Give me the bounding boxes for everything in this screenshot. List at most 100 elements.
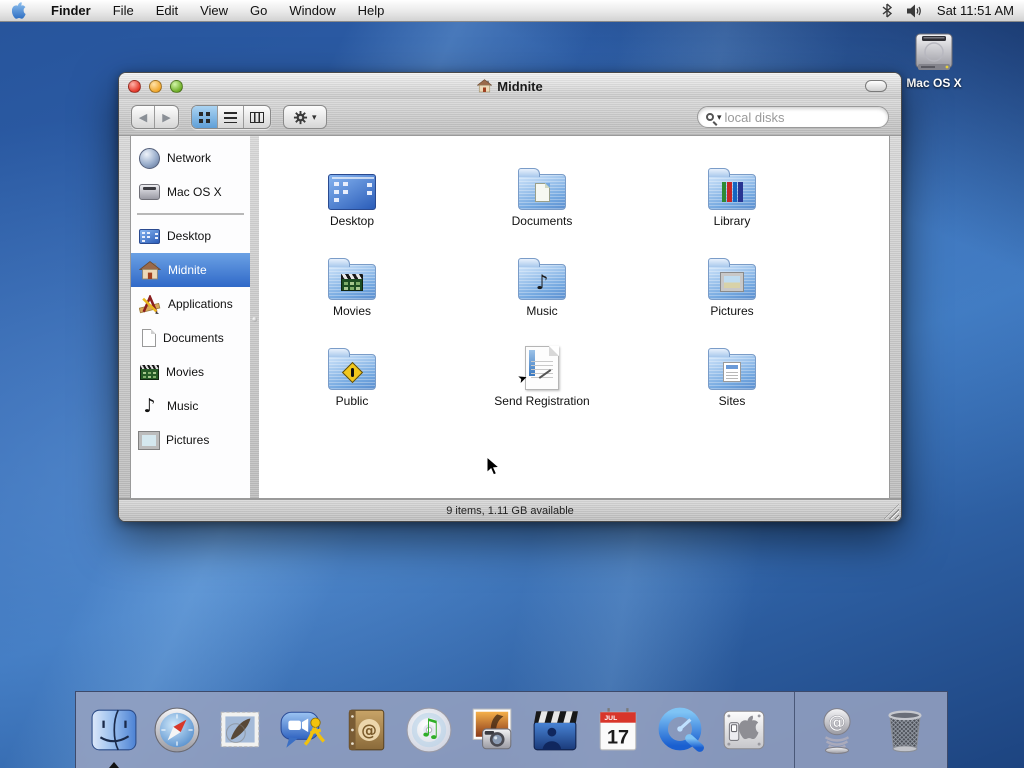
- finder-icon: [90, 706, 138, 754]
- zoom-button[interactable]: [170, 80, 183, 93]
- apple-icon: [12, 2, 26, 19]
- menu-window[interactable]: Window: [278, 0, 346, 22]
- hard-disk-icon: [910, 32, 958, 74]
- splitter-grip: [252, 317, 257, 322]
- volume-icon[interactable]: [906, 4, 923, 18]
- finder-window: Midnite ◀ ▶ ▾ ▾: [118, 72, 902, 522]
- dock-item-imovie[interactable]: [527, 702, 583, 758]
- folder-icon: [328, 354, 376, 390]
- column-view-icon: [250, 112, 264, 123]
- file-icon-desktop[interactable]: Desktop: [277, 154, 427, 228]
- desktop-disk-macosx[interactable]: Mac OS X: [896, 32, 972, 90]
- menu-bar: Finder File Edit View Go Window Help Sat…: [0, 0, 1024, 22]
- file-icon-pictures[interactable]: Pictures: [657, 244, 807, 318]
- folder-icon: ♪: [518, 264, 566, 300]
- search-scope-caret-icon: ▾: [717, 112, 722, 123]
- file-icon-send-registration[interactable]: ➤ Send Registration: [467, 334, 617, 408]
- dock-item-itunes[interactable]: ♫: [401, 702, 457, 758]
- menu-help[interactable]: Help: [347, 0, 396, 22]
- dock-item-finder[interactable]: [86, 702, 142, 758]
- dock-item-mac-website[interactable]: @: [809, 702, 865, 758]
- file-icon-documents[interactable]: Documents: [467, 154, 617, 228]
- dock-item-mail[interactable]: [212, 702, 268, 758]
- menu-go[interactable]: Go: [239, 0, 278, 22]
- imovie-icon: [531, 706, 579, 754]
- forward-button[interactable]: ▶: [155, 106, 178, 128]
- dock-item-ichat[interactable]: [275, 702, 331, 758]
- window-titlebar[interactable]: Midnite: [119, 73, 901, 99]
- window-frame-right: [890, 135, 901, 499]
- itunes-icon: ♫: [405, 706, 453, 754]
- sidebar: Network Mac OS X Desktop Midnite: [130, 135, 250, 499]
- sidebar-item-pictures[interactable]: Pictures: [131, 423, 250, 457]
- sidebar-item-documents[interactable]: Documents: [131, 321, 250, 355]
- sidebar-item-network[interactable]: Network: [131, 141, 250, 175]
- dock-item-trash[interactable]: [877, 702, 933, 758]
- sidebar-label: Applications: [168, 297, 233, 311]
- column-view-button[interactable]: [244, 106, 270, 128]
- sidebar-divider: [137, 213, 244, 215]
- svg-text:17: 17: [607, 727, 629, 749]
- desktop-icon: [139, 229, 160, 244]
- sidebar-label: Desktop: [167, 229, 211, 243]
- at-spring-icon: @: [813, 706, 861, 754]
- file-label: Pictures: [657, 304, 807, 318]
- file-icon-movies[interactable]: Movies: [277, 244, 427, 318]
- menu-edit[interactable]: Edit: [145, 0, 189, 22]
- window-title: Midnite: [497, 79, 543, 94]
- file-label: Sites: [657, 394, 807, 408]
- folder-icon: [708, 354, 756, 390]
- sidebar-item-applications[interactable]: Applications: [131, 287, 250, 321]
- applications-icon: [139, 295, 161, 314]
- toolbar-toggle-button[interactable]: [865, 80, 887, 92]
- dock-item-quicktime[interactable]: [653, 702, 709, 758]
- address-book-icon: @: [342, 706, 390, 754]
- dock-item-address-book[interactable]: @: [338, 702, 394, 758]
- sidebar-item-macosx[interactable]: Mac OS X: [131, 175, 250, 209]
- file-browser-area[interactable]: Desktop Documents Library Movies ♪ Music: [259, 135, 890, 499]
- file-label: Public: [277, 394, 427, 408]
- folder-icon: [518, 174, 566, 210]
- file-icon-public[interactable]: Public: [277, 334, 427, 408]
- file-icon-sites[interactable]: Sites: [657, 334, 807, 408]
- search-input[interactable]: [725, 110, 855, 125]
- system-preferences-icon: [720, 706, 768, 754]
- sidebar-item-movies[interactable]: Movies: [131, 355, 250, 389]
- sidebar-item-music[interactable]: ♪ Music: [131, 389, 250, 423]
- dock-item-system-preferences[interactable]: [716, 702, 772, 758]
- alias-arrow-icon: ➤: [516, 371, 529, 386]
- bluetooth-icon[interactable]: [882, 3, 892, 18]
- sidebar-label: Pictures: [166, 433, 209, 447]
- desktop-disk-label: Mac OS X: [896, 76, 972, 90]
- safari-icon: [153, 706, 201, 754]
- folder-icon: [708, 174, 756, 210]
- menu-view[interactable]: View: [189, 0, 239, 22]
- document-icon: [142, 329, 156, 347]
- dock-item-safari[interactable]: [149, 702, 205, 758]
- back-button[interactable]: ◀: [132, 106, 155, 128]
- sidebar-splitter[interactable]: [250, 135, 259, 499]
- sidebar-item-desktop[interactable]: Desktop: [131, 219, 250, 253]
- close-button[interactable]: [128, 80, 141, 93]
- resize-grip[interactable]: [884, 504, 899, 519]
- icon-view-button[interactable]: [192, 106, 218, 128]
- menu-clock[interactable]: Sat 11:51 AM: [937, 3, 1014, 18]
- hard-disk-icon: [139, 184, 160, 200]
- action-menu-button[interactable]: ▾: [283, 105, 327, 129]
- file-icon-library[interactable]: Library: [657, 154, 807, 228]
- list-view-button[interactable]: [218, 106, 244, 128]
- chevron-down-icon: ▾: [312, 112, 317, 123]
- icon-view-icon: [199, 112, 210, 123]
- dock-item-iphoto[interactable]: [464, 702, 520, 758]
- desktop-icon: [328, 174, 376, 210]
- apple-menu[interactable]: [0, 2, 40, 19]
- menu-finder[interactable]: Finder: [40, 0, 102, 22]
- sidebar-item-midnite[interactable]: Midnite: [131, 253, 250, 287]
- search-field[interactable]: ▾: [697, 106, 889, 128]
- file-icon-music[interactable]: ♪ Music: [467, 244, 617, 318]
- menu-file[interactable]: File: [102, 0, 145, 22]
- dock-item-ical[interactable]: JUL 17: [590, 702, 646, 758]
- gear-icon: [293, 110, 308, 125]
- minimize-button[interactable]: [149, 80, 162, 93]
- file-label: Library: [657, 214, 807, 228]
